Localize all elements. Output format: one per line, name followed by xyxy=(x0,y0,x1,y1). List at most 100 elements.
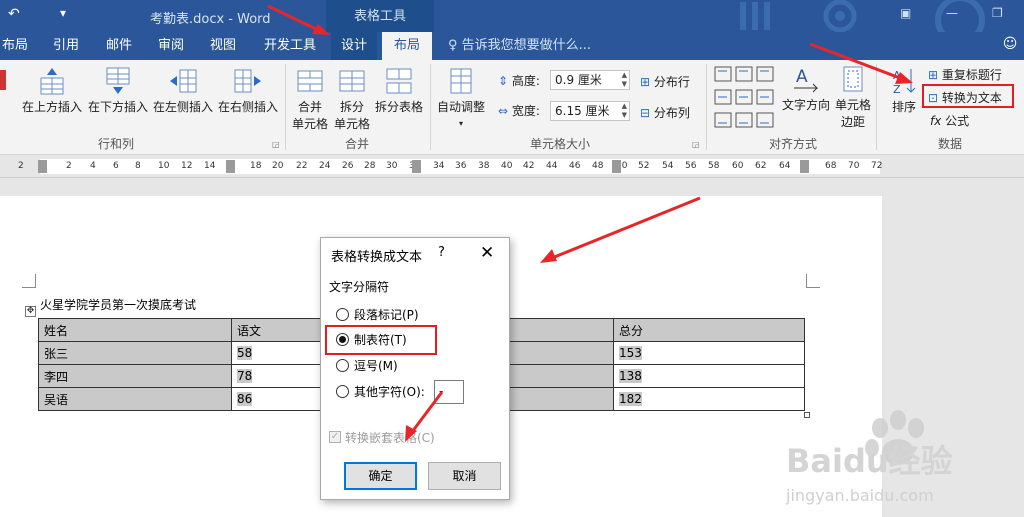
ruler-tick-label: 18 xyxy=(250,161,262,171)
ribbon-tab-bar: 布局 引用 邮件 审阅 视图 开发工具 设计 布局 ♀ 告诉我您想要做什么...… xyxy=(0,32,1024,60)
tab-mailings[interactable]: 邮件 xyxy=(104,32,134,60)
insert-right-icon xyxy=(234,69,261,93)
insert-below-label: 在下方插入 xyxy=(87,100,148,114)
horizontal-ruler[interactable]: 2246810121418202224262830323436384042444… xyxy=(0,156,1024,178)
autofit-button[interactable]: 自动调整 ▾ xyxy=(434,66,488,129)
restore-icon[interactable]: ❐ xyxy=(992,6,1003,20)
document-heading[interactable]: 火星学院学员第一次摸底考试 xyxy=(40,296,196,313)
ruler-column-marker[interactable] xyxy=(38,160,47,173)
alignment-grid-icon[interactable] xyxy=(714,66,776,130)
insert-left-button[interactable]: 在左侧插入 xyxy=(151,66,215,115)
close-icon[interactable]: ✕ xyxy=(480,243,494,263)
row-height-label: ⇕ 高度: xyxy=(498,72,540,89)
undo-icon[interactable]: ↶ xyxy=(8,6,20,22)
row-height-value: 0.9 厘米 xyxy=(555,73,602,87)
text-direction-button[interactable]: A 文字方向 xyxy=(780,64,832,113)
distribute-cols-button[interactable]: ⊟ 分布列 xyxy=(640,104,690,121)
repeat-header-button[interactable]: ⊞ 重复标题行 xyxy=(928,66,1002,83)
table-cell[interactable]: 吴语 xyxy=(38,387,232,411)
delete-icon[interactable] xyxy=(0,66,8,94)
insert-right-button[interactable]: 在右侧插入 xyxy=(216,66,280,115)
ruler-tick-label: 54 xyxy=(662,161,674,171)
cell-value: 182 xyxy=(619,392,642,406)
radio-label[interactable]: 逗号(M) xyxy=(354,357,398,374)
table-cell[interactable]: 182 xyxy=(613,387,805,411)
spin-arrows-icon[interactable]: ▲ ▼ xyxy=(622,71,627,89)
ruler-column-marker[interactable] xyxy=(800,160,809,173)
ruler-tick-label: 72 xyxy=(871,161,883,171)
dialog-launcher-icon[interactable]: ◲ xyxy=(692,140,700,149)
margin-corner-mark xyxy=(806,274,820,288)
row-height-input[interactable]: 0.9 厘米 ▲ ▼ xyxy=(550,70,630,90)
ruler-tick-label: 26 xyxy=(342,161,354,171)
insert-below-button[interactable]: 在下方插入 xyxy=(86,66,150,115)
ruler-tick-label: 60 xyxy=(732,161,744,171)
dialog-launcher-icon[interactable]: ◲ xyxy=(272,140,280,149)
watermark-url: jingyan.baidu.com xyxy=(786,486,934,505)
table-cell[interactable]: 153 xyxy=(613,341,805,365)
ruler-column-marker[interactable] xyxy=(612,160,621,173)
formula-button[interactable]: fx 公式 xyxy=(930,112,969,129)
width-icon: ⇔ xyxy=(498,104,509,118)
sort-icon: AZ xyxy=(893,69,916,96)
cell-value: 138 xyxy=(619,369,642,383)
sort-button[interactable]: AZ 排序 xyxy=(884,66,924,115)
cell-margins-button[interactable]: 单元格 边距 xyxy=(834,64,872,130)
tab-table-design[interactable]: 设计 xyxy=(331,32,378,60)
distribute-rows-button[interactable]: ⊞ 分布行 xyxy=(640,73,690,90)
table-cell[interactable]: 总分 xyxy=(613,318,805,342)
autofit-dropdown-icon: ▾ xyxy=(458,119,463,128)
help-button[interactable]: ? xyxy=(438,245,445,260)
radio-label[interactable]: 段落标记(P) xyxy=(354,306,419,323)
col-width-value: 6.15 厘米 xyxy=(555,104,610,118)
dropdown-arrow-icon[interactable]: ▾ xyxy=(60,6,66,20)
account-icon[interactable]: ☺ xyxy=(1000,36,1020,56)
table-cell[interactable]: 138 xyxy=(613,364,805,388)
convert-nested-label: 转换嵌套表格(C) xyxy=(345,431,435,445)
radio-paragraph-mark[interactable] xyxy=(336,308,349,321)
cell-value: 78 xyxy=(237,369,253,383)
tab-references[interactable]: 引用 xyxy=(51,32,81,60)
svg-text:A: A xyxy=(893,69,901,82)
radio-comma[interactable] xyxy=(336,359,349,372)
ruler-tick-label: 48 xyxy=(592,161,604,171)
table-cell[interactable]: 张三 xyxy=(38,341,232,365)
tab-review[interactable]: 审阅 xyxy=(156,32,186,60)
tab-view[interactable]: 视图 xyxy=(208,32,238,60)
merge-cells-button[interactable]: 合并 单元格 xyxy=(290,66,330,132)
ruler-tick-label: 70 xyxy=(848,161,860,171)
table-cell[interactable]: 李四 xyxy=(38,364,232,388)
cell-margins-label-2: 边距 xyxy=(840,115,865,129)
tab-developer[interactable]: 开发工具 xyxy=(262,32,318,60)
spin-arrows-icon[interactable]: ▲ ▼ xyxy=(622,102,627,120)
baidu-watermark: Baidu经验 jingyan.baidu.com xyxy=(780,408,1020,514)
radio-label[interactable]: 其他字符(O): xyxy=(354,383,425,400)
table-cell[interactable]: 姓名 xyxy=(38,318,232,342)
minimize-icon[interactable]: — xyxy=(946,6,958,20)
split-table-button[interactable]: 拆分表格 xyxy=(374,66,424,115)
ruler-column-marker[interactable] xyxy=(226,160,235,173)
table-tools-context-label: 表格工具 xyxy=(326,0,434,32)
convert-nested-checkbox[interactable]: ✓ xyxy=(329,431,341,443)
insert-right-label: 在右侧插入 xyxy=(217,100,278,114)
convert-table-to-text-dialog: 表格转换成文本 ? ✕ 文字分隔符 段落标记(P) 制表符(T) 逗号(M) 其… xyxy=(320,237,510,500)
ruler-tick-label: 68 xyxy=(825,161,837,171)
tab-table-layout[interactable]: 布局 xyxy=(382,32,433,60)
text-direction-icon: A xyxy=(794,67,819,93)
col-width-input[interactable]: 6.15 厘米 ▲ ▼ xyxy=(550,101,630,121)
ribbon-display-icon[interactable]: ▣ xyxy=(900,6,911,20)
margin-corner-mark xyxy=(22,274,36,288)
tab-layout-page[interactable]: 布局 xyxy=(0,32,30,60)
insert-above-button[interactable]: 在上方插入 xyxy=(20,66,84,115)
split-cells-button[interactable]: 拆分 单元格 xyxy=(332,66,372,132)
ruler-column-marker[interactable] xyxy=(412,160,421,173)
ruler-tick-label: 34 xyxy=(433,161,445,171)
dialog-title: 表格转换成文本 xyxy=(331,250,423,265)
cancel-button[interactable]: 取消 xyxy=(428,462,501,490)
ok-button[interactable]: 确定 xyxy=(344,462,417,490)
other-character-input[interactable]: - xyxy=(434,380,464,404)
autofit-icon xyxy=(450,68,472,94)
radio-other-character[interactable] xyxy=(336,385,349,398)
table-move-handle-icon[interactable]: ✥ xyxy=(25,306,36,317)
tell-me-search[interactable]: ♀ 告诉我您想要做什么... xyxy=(448,32,591,60)
